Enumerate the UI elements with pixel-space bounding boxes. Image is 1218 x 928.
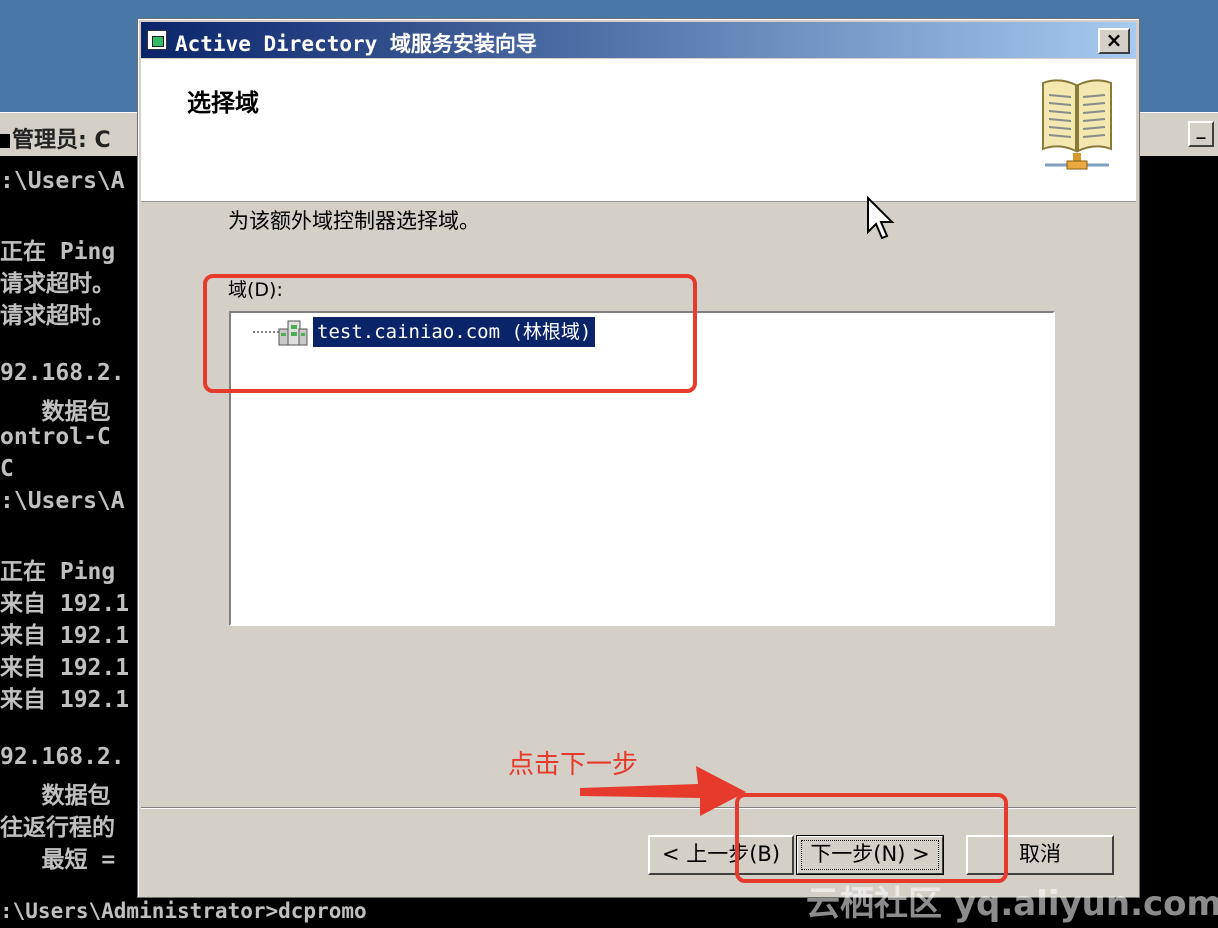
console-line: ontrol-C — [0, 424, 111, 450]
wizard-titlebar[interactable]: Active Directory 域服务安装向导 × — [141, 22, 1136, 58]
console-title: 管理员: C — [0, 122, 111, 154]
wizard-header: 选择域 — [141, 59, 1136, 202]
console-line: 最短 = — [0, 847, 116, 873]
console-line: 92.168.2. — [0, 744, 125, 770]
console-line: 来自 192.1 — [0, 623, 130, 649]
console-line: 请求超时。 — [0, 303, 115, 329]
annotation-box-next — [735, 793, 1008, 883]
console-line: 数据包 — [0, 399, 111, 425]
console-prompt-line: :\Users\Administrator>dcpromo — [0, 899, 367, 923]
annotation-arrow-icon — [580, 766, 746, 816]
instruction-text: 为该额外域控制器选择域。 — [228, 209, 480, 233]
wizard-title: Active Directory 域服务安装向导 — [175, 32, 537, 56]
book-icon — [1042, 79, 1112, 170]
console-line: 正在 Ping — [0, 239, 116, 265]
close-button[interactable]: × — [1098, 28, 1130, 54]
console-line: 来自 192.1 — [0, 655, 130, 681]
annotation-box-domain — [203, 274, 697, 393]
console-icon — [0, 134, 10, 148]
console-minimize-button[interactable]: _ — [1188, 121, 1214, 147]
console-line: 来自 192.1 — [0, 687, 130, 713]
console-line: C — [0, 456, 14, 482]
console-line: 92.168.2. — [0, 360, 125, 386]
console-line: 往返行程的 — [0, 815, 115, 841]
console-title-text: 管理员: C — [12, 128, 111, 153]
mouse-cursor-icon — [867, 196, 895, 240]
console-line: 来自 192.1 — [0, 591, 130, 617]
wizard-app-icon — [147, 30, 167, 50]
page-title: 选择域 — [187, 89, 259, 117]
console-line: 请求超时。 — [0, 271, 115, 297]
console-line: 正在 Ping — [0, 559, 116, 585]
console-line: 数据包 — [0, 783, 111, 809]
console-line: :\Users\A — [0, 488, 125, 514]
console-line: :\Users\A — [0, 168, 125, 194]
watermark: 云栖社区 yq.aliyun.com — [806, 884, 1218, 924]
